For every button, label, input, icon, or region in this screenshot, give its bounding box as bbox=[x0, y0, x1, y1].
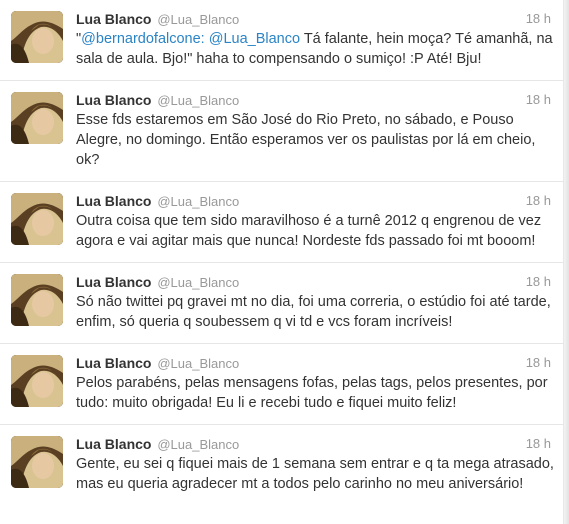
tweet-timestamp[interactable]: 18 h bbox=[526, 434, 551, 454]
tweet-timeline: Lua Blanco @Lua_Blanco 18 h "@bernardofa… bbox=[0, 0, 564, 524]
avatar[interactable] bbox=[11, 355, 63, 407]
tweet-item[interactable]: Lua Blanco @Lua_Blanco 18 h Pelos parabé… bbox=[0, 344, 563, 425]
scrollbar-edge[interactable] bbox=[564, 0, 569, 524]
tweet-header: Lua Blanco @Lua_Blanco 18 h bbox=[76, 272, 551, 292]
tweet-text: Gente, eu sei q fiquei mais de 1 semana … bbox=[76, 456, 554, 492]
tweet-username[interactable]: @Lua_Blanco bbox=[157, 356, 239, 371]
tweet-username[interactable]: @Lua_Blanco bbox=[157, 12, 239, 27]
tweet-username[interactable]: @Lua_Blanco bbox=[157, 93, 239, 108]
tweet-fullname[interactable]: Lua Blanco bbox=[76, 355, 151, 371]
tweet-text: Outra coisa que tem sido maravilhoso é a… bbox=[76, 213, 542, 249]
tweet-header: Lua Blanco @Lua_Blanco 18 h bbox=[76, 191, 551, 211]
tweet-item[interactable]: Lua Blanco @Lua_Blanco 18 h Gente, eu se… bbox=[0, 425, 563, 524]
tweet-fullname[interactable]: Lua Blanco bbox=[76, 11, 151, 27]
tweet-header: Lua Blanco @Lua_Blanco 18 h bbox=[76, 353, 551, 373]
tweet-timestamp[interactable]: 18 h bbox=[526, 191, 551, 211]
tweet-text: Esse fds estaremos em São José do Rio Pr… bbox=[76, 112, 536, 168]
avatar[interactable] bbox=[11, 274, 63, 326]
tweet-username[interactable]: @Lua_Blanco bbox=[157, 437, 239, 452]
tweet-timestamp[interactable]: 18 h bbox=[526, 353, 551, 373]
tweet-header: Lua Blanco @Lua_Blanco 18 h bbox=[76, 434, 551, 454]
tweet-fullname[interactable]: Lua Blanco bbox=[76, 436, 151, 452]
avatar[interactable] bbox=[11, 11, 63, 63]
mention-link[interactable]: @bernardofalcone: @Lua_Blanco bbox=[81, 31, 300, 47]
tweet-text: Pelos parabéns, pelas mensagens fofas, p… bbox=[76, 375, 548, 411]
tweet-header: Lua Blanco @Lua_Blanco 18 h bbox=[76, 90, 551, 110]
tweet-item[interactable]: Lua Blanco @Lua_Blanco 18 h "@bernardofa… bbox=[0, 0, 563, 81]
tweet-item[interactable]: Lua Blanco @Lua_Blanco 18 h Outra coisa … bbox=[0, 182, 563, 263]
tweet-timestamp[interactable]: 18 h bbox=[526, 272, 551, 292]
tweet-item[interactable]: Lua Blanco @Lua_Blanco 18 h Esse fds est… bbox=[0, 81, 563, 182]
avatar[interactable] bbox=[11, 436, 63, 488]
tweet-username[interactable]: @Lua_Blanco bbox=[157, 275, 239, 290]
tweet-fullname[interactable]: Lua Blanco bbox=[76, 274, 151, 290]
tweet-item[interactable]: Lua Blanco @Lua_Blanco 18 h Só não twitt… bbox=[0, 263, 563, 344]
tweet-fullname[interactable]: Lua Blanco bbox=[76, 92, 151, 108]
tweet-text: "@bernardofalcone: @Lua_Blanco Tá falant… bbox=[76, 29, 554, 69]
tweet-username[interactable]: @Lua_Blanco bbox=[157, 194, 239, 209]
tweet-fullname[interactable]: Lua Blanco bbox=[76, 193, 151, 209]
tweet-timestamp[interactable]: 18 h bbox=[526, 9, 551, 29]
avatar[interactable] bbox=[11, 92, 63, 144]
tweet-text: Só não twittei pq gravei mt no dia, foi … bbox=[76, 294, 551, 330]
avatar[interactable] bbox=[11, 193, 63, 245]
tweet-timestamp[interactable]: 18 h bbox=[526, 90, 551, 110]
tweet-header: Lua Blanco @Lua_Blanco 18 h bbox=[76, 9, 551, 29]
